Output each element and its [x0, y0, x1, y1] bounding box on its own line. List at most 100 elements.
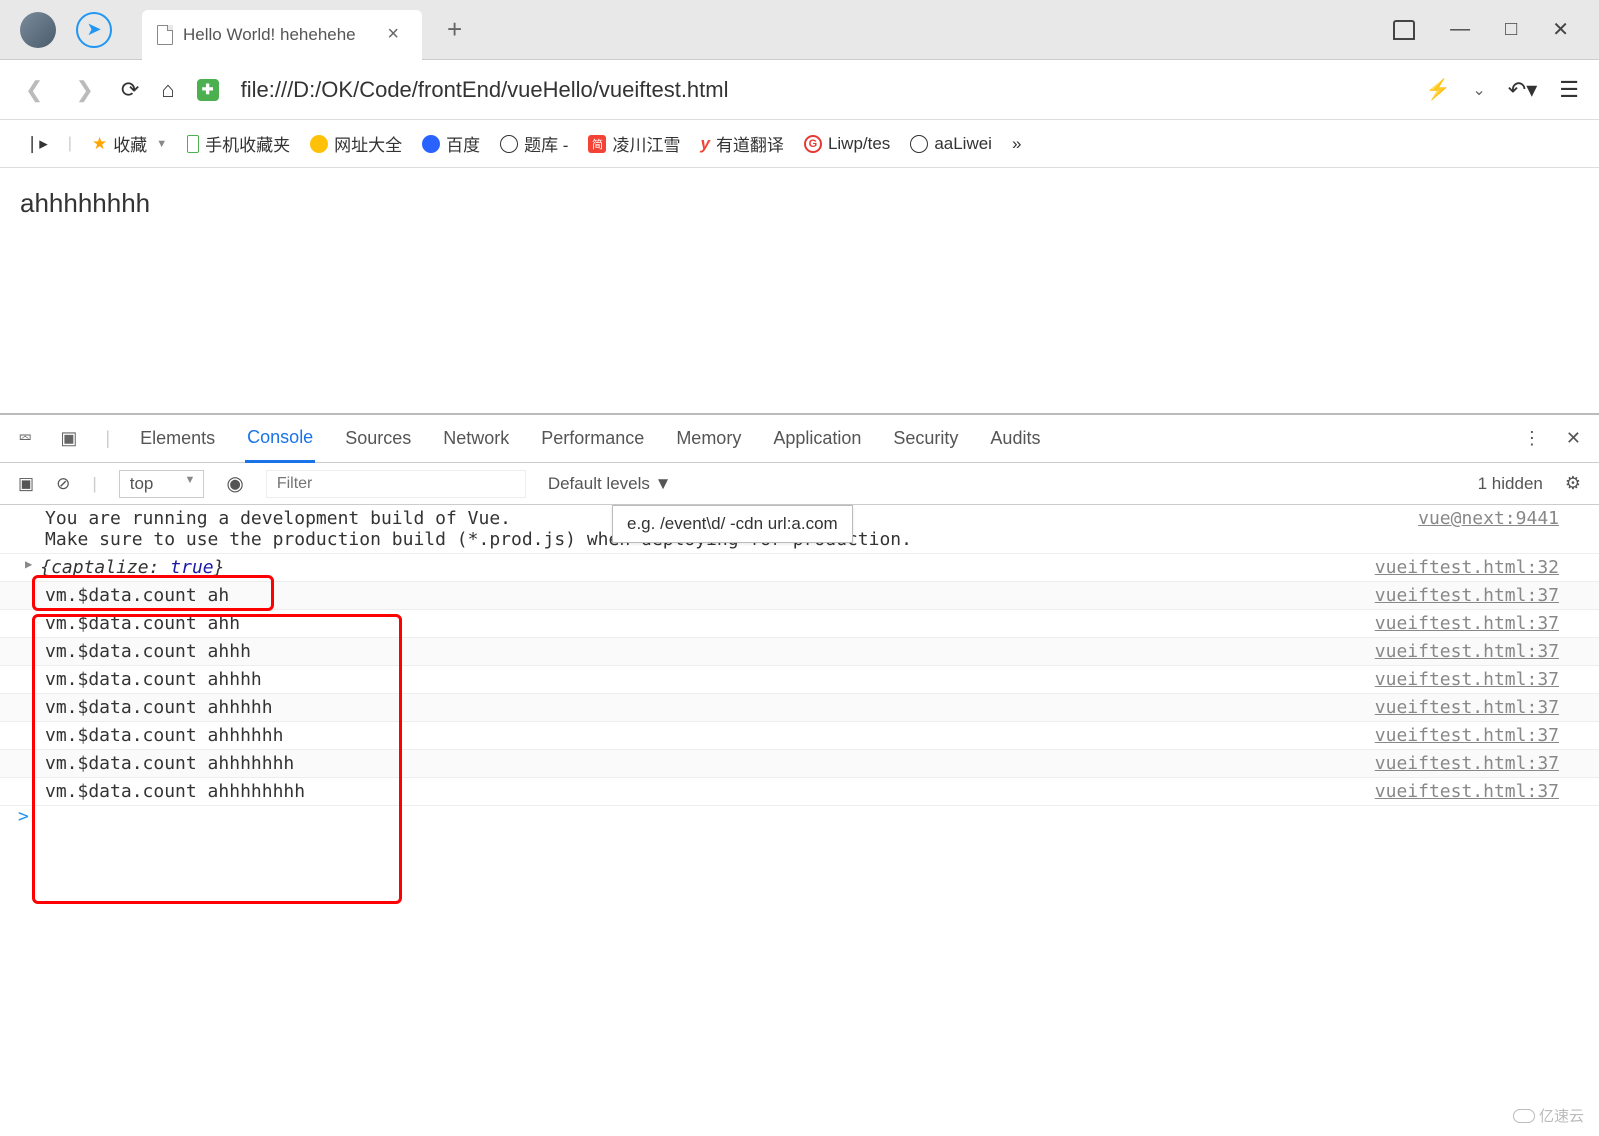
bookmark-sites[interactable]: 网址大全 — [310, 131, 402, 156]
log-row: ▶ {captalize: true} vueiftest.html:32 — [0, 554, 1599, 582]
bookmark-aaliwei[interactable]: aaLiwei — [910, 134, 992, 154]
log-source-link[interactable]: vueiftest.html:37 — [1375, 585, 1559, 606]
bookmark-baidu[interactable]: 百度 — [422, 131, 480, 156]
bookmark-favorites[interactable]: ★收藏▼ — [92, 131, 167, 156]
cloud-icon — [1513, 1109, 1535, 1123]
tab-memory[interactable]: Memory — [674, 416, 743, 461]
bookmark-liwp[interactable]: GLiwp/tes — [804, 134, 890, 154]
tab-application[interactable]: Application — [771, 416, 863, 461]
forward-button[interactable]: ❯ — [70, 72, 98, 108]
bookmark-mobile[interactable]: 手机收藏夹 — [187, 131, 290, 156]
log-message: vm.$data.count ahh — [45, 613, 1375, 634]
log-row: vm.$data.count ahhhvueiftest.html:37 — [0, 638, 1599, 666]
devtools-tabs: ⮹ ▣ | Elements Console Sources Network P… — [0, 415, 1599, 463]
log-row: vm.$data.count ahhhhvueiftest.html:37 — [0, 666, 1599, 694]
log-source-link[interactable]: vueiftest.html:37 — [1375, 613, 1559, 634]
bookmarks-bar: ❘▸ | ★收藏▼ 手机收藏夹 网址大全 百度 题库 - 简凌川江雪 y有道翻译… — [0, 120, 1599, 168]
devtools-close-icon[interactable]: ✕ — [1566, 428, 1581, 449]
console-body: You are running a development build of V… — [0, 505, 1599, 827]
log-object[interactable]: {captalize: true} — [40, 557, 1375, 578]
bookmark-youdao[interactable]: y有道翻译 — [700, 131, 783, 156]
url-text[interactable]: file:///D:/OK/Code/frontEnd/vueHello/vue… — [241, 77, 1404, 103]
titlebar: ➤ Hello World! hehehehe × + — □ ✕ — [0, 0, 1599, 60]
reload-button[interactable]: ⟳ — [121, 77, 139, 103]
skin-icon[interactable] — [1393, 20, 1415, 40]
bookmark-label: 收藏 — [113, 131, 147, 156]
filter-input[interactable] — [266, 470, 526, 498]
bookmark-tiku[interactable]: 题库 - — [500, 131, 568, 156]
bookmark-label: 题库 - — [524, 131, 568, 156]
device-toggle-icon[interactable]: ▣ — [60, 428, 77, 449]
log-source-link[interactable]: vueiftest.html:32 — [1375, 557, 1559, 578]
log-message: vm.$data.count ahhhhh — [45, 697, 1375, 718]
tab-sources[interactable]: Sources — [343, 416, 413, 461]
tiku-icon — [500, 135, 518, 153]
tab-performance[interactable]: Performance — [539, 416, 646, 461]
browser-tab[interactable]: Hello World! hehehehe × — [142, 10, 422, 60]
close-window-button[interactable]: ✕ — [1552, 17, 1569, 42]
tab-close-button[interactable]: × — [379, 23, 407, 46]
divider: | — [105, 428, 110, 449]
bookmark-lingchuan[interactable]: 简凌川江雪 — [588, 131, 680, 156]
maximize-button[interactable]: □ — [1505, 18, 1517, 41]
tab-title: Hello World! hehehehe — [183, 25, 379, 45]
log-row: vm.$data.count ahvueiftest.html:37 — [0, 582, 1599, 610]
log-row: vm.$data.count ahhhhhhvueiftest.html:37 — [0, 722, 1599, 750]
hidden-count[interactable]: 1 hidden — [1478, 474, 1543, 494]
tab-network[interactable]: Network — [441, 416, 511, 461]
page-heading: ahhhhhhhh — [20, 188, 1579, 219]
avatar[interactable] — [20, 12, 56, 48]
log-source-link[interactable]: vueiftest.html:37 — [1375, 697, 1559, 718]
bookmark-label: 网址大全 — [334, 131, 402, 156]
gear-icon[interactable]: ⚙ — [1565, 473, 1581, 494]
bookmark-label: 凌川江雪 — [612, 131, 680, 156]
watermark: 亿速云 — [1513, 1105, 1584, 1126]
log-message: vm.$data.count ahhhh — [45, 669, 1375, 690]
tab-security[interactable]: Security — [891, 416, 960, 461]
new-tab-button[interactable]: + — [447, 14, 462, 45]
console-prompt[interactable]: > — [0, 806, 1599, 827]
bolt-icon[interactable]: ⚡ — [1425, 77, 1450, 102]
log-source-link[interactable]: vueiftest.html:37 — [1375, 753, 1559, 774]
devtools-menu-icon[interactable]: ⋮ — [1523, 428, 1541, 449]
log-source-link[interactable]: vueiftest.html:37 — [1375, 781, 1559, 802]
clear-console-icon[interactable]: ⊘ — [56, 474, 70, 494]
back-button[interactable]: ❮ — [20, 72, 48, 108]
tab-audits[interactable]: Audits — [988, 416, 1042, 461]
filter-tooltip: e.g. /event\d/ -cdn url:a.com — [612, 505, 853, 543]
expand-icon[interactable]: ▶ — [25, 557, 32, 571]
bookmark-more[interactable]: » — [1012, 134, 1021, 154]
log-levels-select[interactable]: Default levels ▼ — [548, 474, 672, 494]
mobile-icon — [187, 135, 199, 153]
undo-button[interactable]: ↶▾ — [1508, 77, 1537, 103]
log-message: vm.$data.count ahhhhhhhh — [45, 781, 1375, 802]
bookmark-label: 手机收藏夹 — [205, 131, 290, 156]
nav-compass-icon[interactable]: ➤ — [76, 12, 112, 48]
divider: | — [68, 135, 72, 153]
inspect-icon[interactable]: ⮹ — [18, 428, 32, 449]
home-button[interactable]: ⌂ — [161, 77, 174, 103]
file-icon — [157, 25, 173, 45]
console-toolbar: ▣ ⊘ | top ◉ Default levels ▼ 1 hidden ⚙ — [0, 463, 1599, 505]
context-select[interactable]: top — [119, 470, 205, 498]
extensions-toggle[interactable]: ❘▸ — [25, 134, 48, 154]
log-row: vm.$data.count ahhhhhhhvueiftest.html:37 — [0, 750, 1599, 778]
console-sidebar-toggle-icon[interactable]: ▣ — [18, 474, 34, 494]
chevron-down-icon[interactable]: ⌄ — [1472, 80, 1485, 100]
log-source-link[interactable]: vue@next:9441 — [1418, 508, 1559, 529]
log-source-link[interactable]: vueiftest.html:37 — [1375, 725, 1559, 746]
address-bar: ❮ ❯ ⟳ ⌂ ✚ file:///D:/OK/Code/frontEnd/vu… — [0, 60, 1599, 120]
minimize-button[interactable]: — — [1450, 18, 1470, 41]
log-message: vm.$data.count ahhhhhhh — [45, 753, 1375, 774]
site-icon — [310, 135, 328, 153]
tab-elements[interactable]: Elements — [138, 416, 217, 461]
baidu-icon — [422, 135, 440, 153]
log-source-link[interactable]: vueiftest.html:37 — [1375, 669, 1559, 690]
eye-icon[interactable]: ◉ — [226, 471, 243, 496]
tab-console[interactable]: Console — [245, 415, 315, 463]
jian-icon: 简 — [588, 135, 606, 153]
menu-button[interactable]: ☰ — [1559, 77, 1579, 103]
youdao-icon: y — [700, 134, 709, 154]
shield-icon[interactable]: ✚ — [197, 79, 219, 101]
log-source-link[interactable]: vueiftest.html:37 — [1375, 641, 1559, 662]
